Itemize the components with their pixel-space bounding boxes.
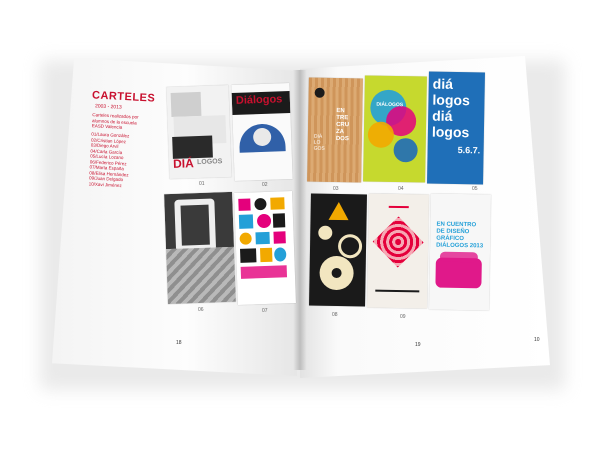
poster-09 <box>367 193 429 309</box>
poster-07 <box>234 191 296 305</box>
magazine-spread: CARTELES 2003 - 2013 Carteles realizados… <box>0 0 600 450</box>
poster-08 <box>309 193 367 307</box>
caption-09: 09 <box>400 314 406 320</box>
poster-06 <box>164 191 236 305</box>
poster-04-badge: DIÁLOGOS <box>376 101 404 109</box>
poster-04: DIÁLOGOS <box>363 75 427 183</box>
caption-01: 01 <box>199 181 205 187</box>
poster-03-side-line: GOS <box>313 145 325 152</box>
poster-05-date: 5.6.7. <box>457 145 481 156</box>
poster-01: DIÁ LOGOS <box>166 84 232 180</box>
poster-05-line-3: diá <box>432 107 453 124</box>
right-page-edge-number: 10 <box>534 337 540 343</box>
poster-10: EN CUENTRO DE DISEÑO GRÁFICO DIÁLOGOS 20… <box>428 193 492 311</box>
poster-03-text: EN TRE CRU ZA DOS <box>336 108 350 143</box>
caption-02: 02 <box>262 182 268 188</box>
poster-10-text: EN CUENTRO DE DISEÑO GRÁFICO DIÁLOGOS 20… <box>436 222 483 251</box>
poster-03-side: DIÁ LO GOS <box>314 134 325 152</box>
caption-08: 08 <box>332 312 338 318</box>
caption-07: 07 <box>262 308 268 314</box>
right-page-number: 19 <box>415 342 421 348</box>
credits-list: 01/Laura González 02/Cristian López 03/D… <box>89 131 152 189</box>
poster-05-line-1: diá <box>432 75 454 92</box>
poster-03-line: DOS <box>335 136 349 143</box>
caption-05: 05 <box>472 186 478 192</box>
poster-10-line: DIÁLOGOS 2013 <box>436 242 484 250</box>
poster-03: EN TRE CRU ZA DOS DIÁ LO GOS <box>307 77 363 183</box>
caption-06: 06 <box>198 307 204 313</box>
left-page-number: 18 <box>176 340 182 346</box>
caption-04: 04 <box>398 186 404 192</box>
poster-05: diá logos diá logos 5.6.7. <box>427 71 485 185</box>
poster-02-text: Diálogos <box>235 93 283 107</box>
poster-01-subtext: LOGOS <box>196 158 223 167</box>
poster-01-text: DIÁ <box>172 156 195 171</box>
spine <box>293 70 307 370</box>
poster-02: Diálogos <box>231 83 293 181</box>
caption-03: 03 <box>333 186 339 192</box>
poster-05-line-2: logos <box>432 91 470 109</box>
poster-05-line-4: logos <box>431 123 470 141</box>
